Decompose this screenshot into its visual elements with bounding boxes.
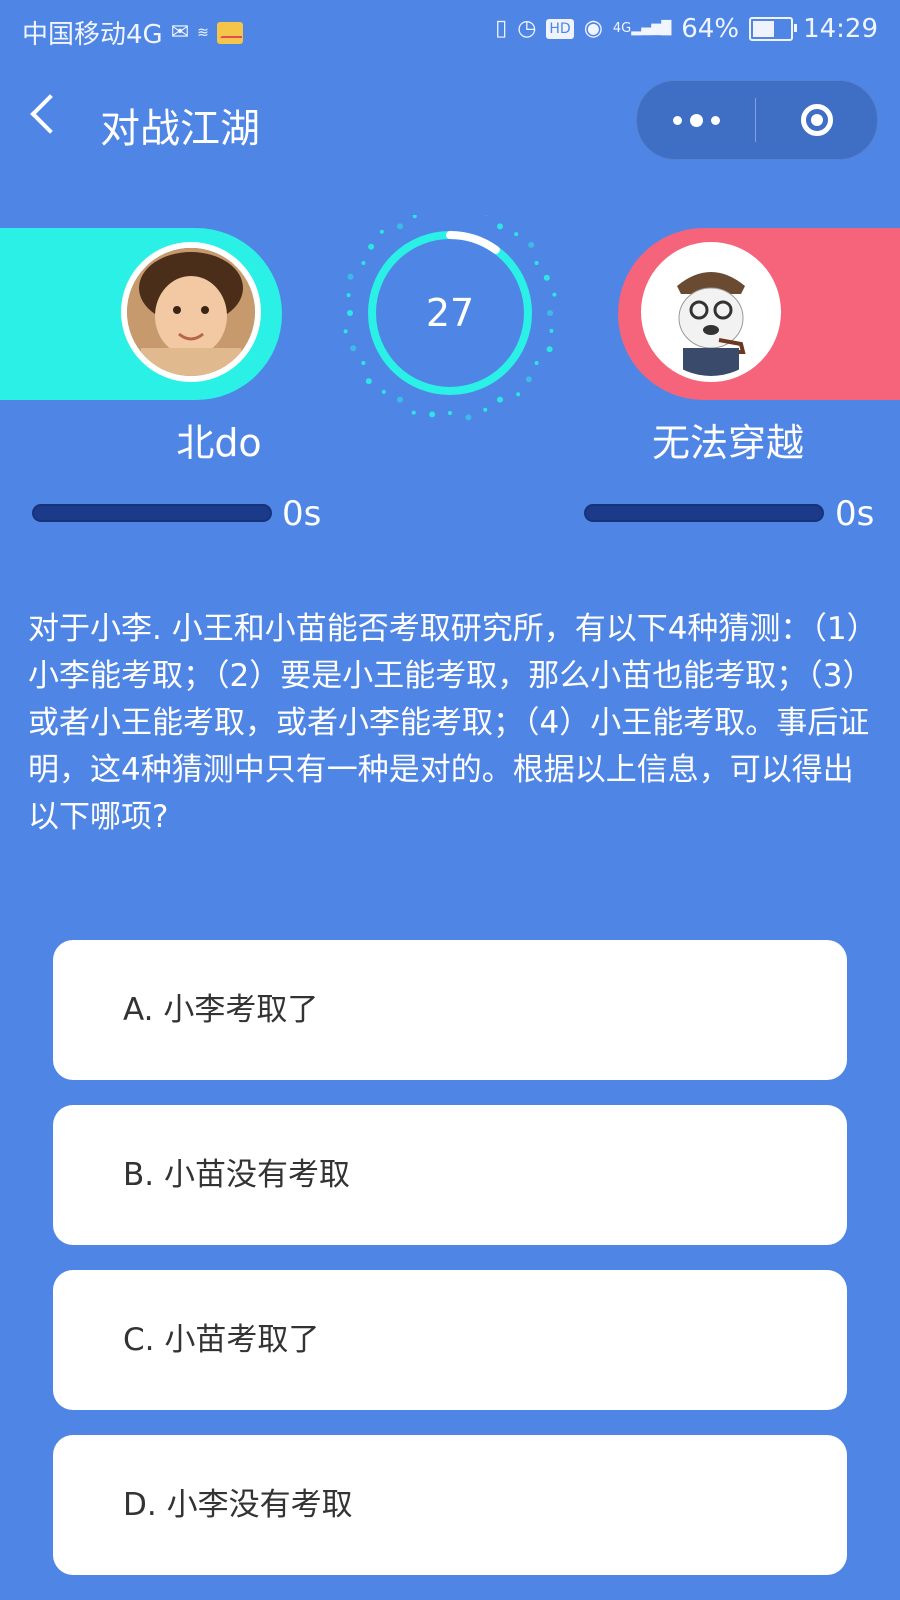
hd-icon: HD — [546, 19, 574, 39]
status-bar: 中国移动4G ✉ ≋ ▯ ◷ HD ◉ 4G▂▄▆█ 64% 14:29 — [0, 0, 900, 62]
speed-icon: ≋ — [197, 24, 209, 41]
countdown-value: 27 — [425, 291, 475, 335]
more-dots-icon — [710, 115, 720, 125]
child-portrait-icon — [127, 248, 255, 376]
countdown-timer: 27 — [340, 205, 560, 435]
network-label: 4G — [612, 21, 632, 36]
question-text: 对于小李. 小王和小苗能否考取研究所，有以下4种猜测：（1）小李能考取；（2）要… — [28, 611, 874, 835]
player-right-time-bar — [584, 504, 824, 522]
option-c-button[interactable]: C. 小苗考取了 — [53, 1270, 847, 1410]
eye-icon: ◉ — [583, 16, 603, 41]
option-d-button[interactable]: D. 小李没有考取 — [53, 1435, 847, 1575]
clock: 14:29 — [803, 14, 878, 44]
player-left-time: 0s — [282, 494, 322, 534]
battery-icon — [749, 17, 798, 41]
back-chevron-icon[interactable] — [30, 94, 70, 134]
player-left-time-bar — [32, 504, 272, 522]
player-left-avatar — [121, 242, 261, 382]
alarm-icon: ◷ — [517, 16, 537, 41]
close-button[interactable] — [756, 81, 877, 159]
battery-percent: 64% — [681, 14, 740, 44]
target-icon — [800, 104, 833, 136]
option-a-button[interactable]: A. 小李考取了 — [53, 940, 847, 1080]
dog-with-pipe-icon — [647, 248, 775, 376]
battery-fill — [753, 21, 774, 37]
option-c-label: C. 小苗考取了 — [123, 1322, 320, 1358]
mail-icon — [216, 21, 243, 44]
more-dots-icon — [689, 113, 703, 127]
mini-program-capsule — [636, 80, 878, 160]
player-right-time: 0s — [835, 494, 875, 534]
more-button[interactable] — [637, 81, 755, 159]
status-bar-left: 中国移动4G ✉ ≋ — [22, 14, 243, 51]
option-b-button[interactable]: B. 小苗没有考取 — [53, 1105, 847, 1245]
player-right-name: 无法穿越 — [651, 421, 804, 465]
player-right-avatar — [641, 242, 781, 382]
vibrate-icon: ▯ — [495, 16, 508, 41]
signal-icon: 4G▂▄▆█ — [612, 21, 672, 36]
status-bar-right: ▯ ◷ HD ◉ 4G▂▄▆█ 64% 14:29 — [495, 14, 878, 44]
option-a-label: A. 小李考取了 — [123, 992, 319, 1028]
option-d-label: D. 小李没有考取 — [123, 1487, 353, 1523]
wechat-icon: ✉ — [170, 19, 190, 45]
more-dots-icon — [672, 115, 682, 125]
option-b-label: B. 小苗没有考取 — [123, 1157, 350, 1193]
carrier-label: 中国移动4G — [22, 20, 163, 50]
player-left-name: 北do — [176, 421, 262, 465]
page-title: 对战江湖 — [100, 106, 260, 152]
